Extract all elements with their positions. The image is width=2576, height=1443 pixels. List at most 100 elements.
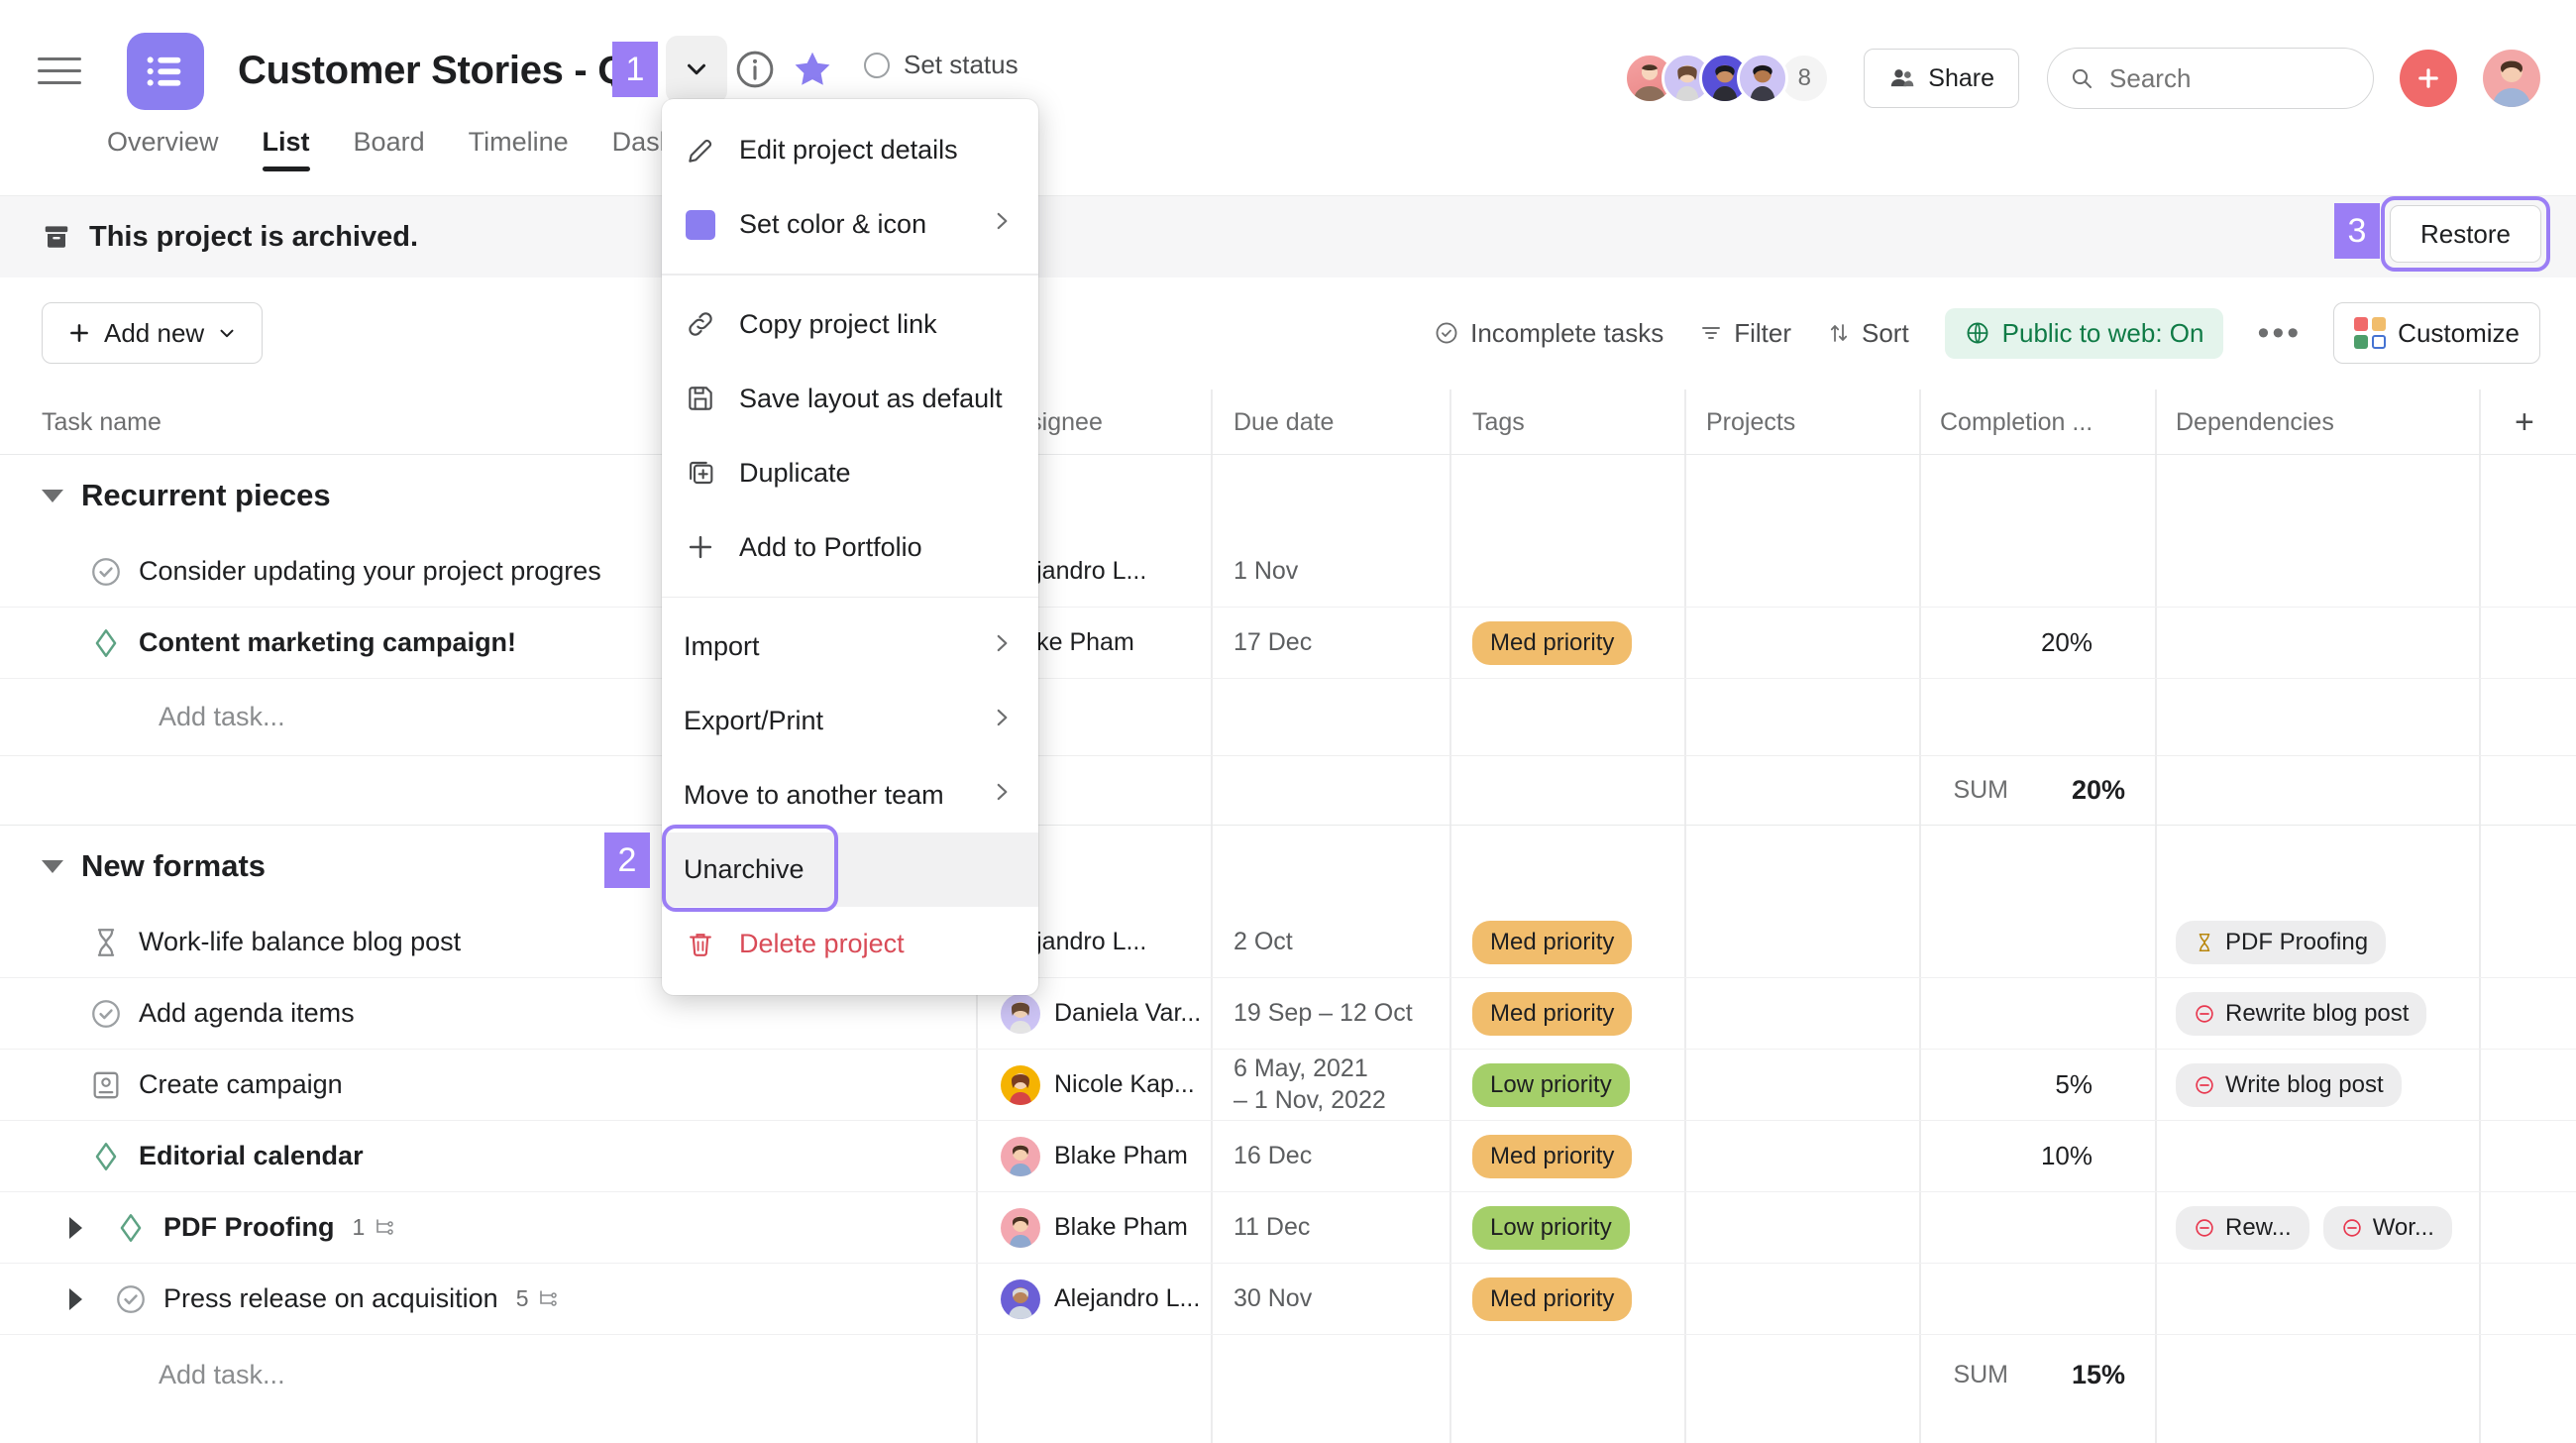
add-task-row[interactable]: Add task... SUM 15%	[0, 1335, 2576, 1414]
dependencies-cell[interactable]: Rewrite blog post	[2176, 978, 2440, 1049]
task-name-cell[interactable]: Press release on acquisition 5	[114, 1264, 560, 1334]
search-input[interactable]	[2109, 63, 2351, 94]
approval-stamp-icon[interactable]	[89, 1068, 123, 1102]
tags-cell[interactable]: Med priority	[1472, 1264, 1632, 1334]
chevron-down-icon[interactable]	[42, 860, 63, 873]
table-row[interactable]: Add agenda items Daniela Var... 19 Sep –…	[0, 978, 2576, 1050]
restore-button[interactable]: Restore	[2390, 205, 2541, 263]
tags-cell[interactable]: Med priority	[1472, 978, 1632, 1049]
menu-item-edit-project-details[interactable]: Edit project details	[662, 113, 1038, 187]
tab-timeline[interactable]: Timeline	[469, 127, 569, 171]
set-status-button[interactable]: Set status	[864, 50, 1019, 80]
star-favorite-icon[interactable]	[791, 48, 834, 91]
member-avatars[interactable]: 8	[1624, 53, 1830, 104]
task-name-cell[interactable]: PDF Proofing 1	[114, 1192, 396, 1263]
assignee-cell[interactable]: Alejandro L...	[1001, 1264, 1200, 1334]
search-box[interactable]	[2047, 48, 2374, 109]
menu-item-export-print[interactable]: Export/Print	[662, 684, 1038, 758]
hourglass-icon[interactable]	[89, 926, 123, 959]
public-to-web-button[interactable]: Public to web: On	[1945, 308, 2224, 359]
dependency-chip[interactable]: Wor...	[2323, 1206, 2452, 1250]
task-name-cell[interactable]: Consider updating your project progres	[89, 536, 601, 607]
milestone-diamond-icon[interactable]	[114, 1211, 148, 1245]
project-menu-chevron-button[interactable]	[666, 36, 727, 103]
menu-item-copy-project-link[interactable]: Copy project link	[662, 287, 1038, 362]
column-header-add-column[interactable]: +	[2515, 389, 2534, 455]
due-date-cell[interactable]: 16 Dec	[1234, 1121, 1312, 1191]
add-task-cell[interactable]: Add task...	[159, 1335, 285, 1414]
task-name-cell[interactable]: Content marketing campaign!	[89, 608, 516, 678]
tags-cell[interactable]: Low priority	[1472, 1050, 1630, 1120]
dependency-chip[interactable]: Rewrite blog post	[2176, 992, 2426, 1036]
menu-item-duplicate[interactable]: Duplicate	[662, 436, 1038, 510]
dependency-chip[interactable]: PDF Proofing	[2176, 921, 2386, 964]
tab-overview[interactable]: Overview	[107, 127, 219, 171]
due-date-cell[interactable]: 6 May, 2021 – 1 Nov, 2022	[1234, 1050, 1386, 1120]
menu-item-delete-project[interactable]: Delete project	[662, 907, 1038, 981]
due-date-cell[interactable]: 30 Nov	[1234, 1264, 1312, 1334]
tags-cell[interactable]: Med priority	[1472, 907, 1632, 977]
customize-button[interactable]: Customize	[2333, 302, 2540, 364]
dependencies-cell[interactable]: Rew... Wor...	[2176, 1192, 2466, 1263]
due-date-cell[interactable]: 2 Oct	[1234, 907, 1293, 977]
add-task-row[interactable]: Add task...	[0, 679, 2576, 756]
column-header-completion[interactable]: Completion ...	[1940, 389, 2093, 455]
menu-item-set-color-and-icon[interactable]: Set color & icon	[662, 187, 1038, 262]
menu-item-add-to-portfolio[interactable]: Add to Portfolio	[662, 510, 1038, 585]
dependencies-cell[interactable]: PDF Proofing	[2176, 907, 2400, 977]
tags-cell[interactable]: Med priority	[1472, 608, 1632, 678]
completion-cell[interactable]: 10%	[1919, 1121, 2093, 1191]
table-row[interactable]: Content marketing campaign! Blake Pham 1…	[0, 608, 2576, 679]
task-name-cell[interactable]: Add agenda items	[89, 978, 355, 1049]
check-circle-icon[interactable]	[89, 997, 123, 1031]
expand-subtasks-toggle[interactable]	[69, 1192, 82, 1263]
menu-item-save-layout-as-default[interactable]: Save layout as default	[662, 362, 1038, 436]
dependencies-cell[interactable]: Write blog post	[2176, 1050, 2415, 1120]
avatar[interactable]	[1737, 53, 1788, 104]
due-date-cell[interactable]: 1 Nov	[1234, 536, 1298, 607]
task-name-cell[interactable]: Editorial calendar	[89, 1121, 364, 1191]
task-name-cell[interactable]: Work-life balance blog post	[89, 907, 461, 977]
chevron-down-icon[interactable]	[42, 490, 63, 502]
add-task-cell[interactable]: Add task...	[159, 679, 285, 755]
column-header-tags[interactable]: Tags	[1472, 389, 1525, 455]
task-name-cell[interactable]: Create campaign	[89, 1050, 343, 1120]
table-row[interactable]: Work-life balance blog post Alejandro L.…	[0, 907, 2576, 978]
section-header-new-formats[interactable]: New formats	[42, 826, 266, 907]
column-header-dependencies[interactable]: Dependencies	[2176, 389, 2334, 455]
share-button[interactable]: Share	[1864, 49, 2019, 108]
assignee-cell[interactable]: Blake Pham	[1001, 1121, 1188, 1191]
tags-cell[interactable]: Med priority	[1472, 1121, 1632, 1191]
tab-list[interactable]: List	[263, 127, 310, 171]
chevron-right-icon[interactable]	[69, 1217, 82, 1239]
column-header-due-date[interactable]: Due date	[1234, 389, 1334, 455]
table-row[interactable]: Press release on acquisition 5 Alejandro…	[0, 1264, 2576, 1335]
milestone-diamond-icon[interactable]	[89, 1140, 123, 1173]
chevron-right-icon[interactable]	[69, 1288, 82, 1310]
menu-hamburger-icon[interactable]	[38, 50, 81, 93]
due-date-cell[interactable]: 17 Dec	[1234, 608, 1312, 678]
check-circle-icon[interactable]	[89, 555, 123, 589]
sort-button[interactable]: Sort	[1827, 318, 1909, 349]
table-row[interactable]: Editorial calendar Blake Pham 16 Dec Med…	[0, 1121, 2576, 1192]
table-row[interactable]: Create campaign Nicole Kap... 6 May, 202…	[0, 1050, 2576, 1121]
tags-cell[interactable]: Low priority	[1472, 1192, 1630, 1263]
menu-item-unarchive[interactable]: Unarchive	[662, 832, 1038, 907]
assignee-cell[interactable]: Blake Pham	[1001, 1192, 1188, 1263]
tab-board[interactable]: Board	[354, 127, 425, 171]
expand-subtasks-toggle[interactable]	[69, 1264, 82, 1334]
assignee-cell[interactable]: Nicole Kap...	[1001, 1050, 1195, 1120]
column-header-task-name[interactable]: Task name	[42, 389, 161, 455]
create-button[interactable]	[2400, 50, 2457, 107]
check-circle-icon[interactable]	[114, 1282, 148, 1316]
due-date-cell[interactable]: 11 Dec	[1234, 1192, 1310, 1263]
milestone-diamond-icon[interactable]	[89, 626, 123, 660]
table-row[interactable]: PDF Proofing 1 Blake Pham	[0, 1192, 2576, 1264]
section-header-recurrent-pieces[interactable]: Recurrent pieces	[42, 455, 331, 536]
add-new-button[interactable]: Add new	[42, 302, 263, 364]
dependency-chip[interactable]: Write blog post	[2176, 1063, 2402, 1107]
info-icon[interactable]	[733, 48, 777, 91]
menu-item-import[interactable]: Import	[662, 610, 1038, 684]
table-row[interactable]: Consider updating your project progres A…	[0, 536, 2576, 608]
due-date-cell[interactable]: 19 Sep – 12 Oct	[1234, 978, 1413, 1049]
